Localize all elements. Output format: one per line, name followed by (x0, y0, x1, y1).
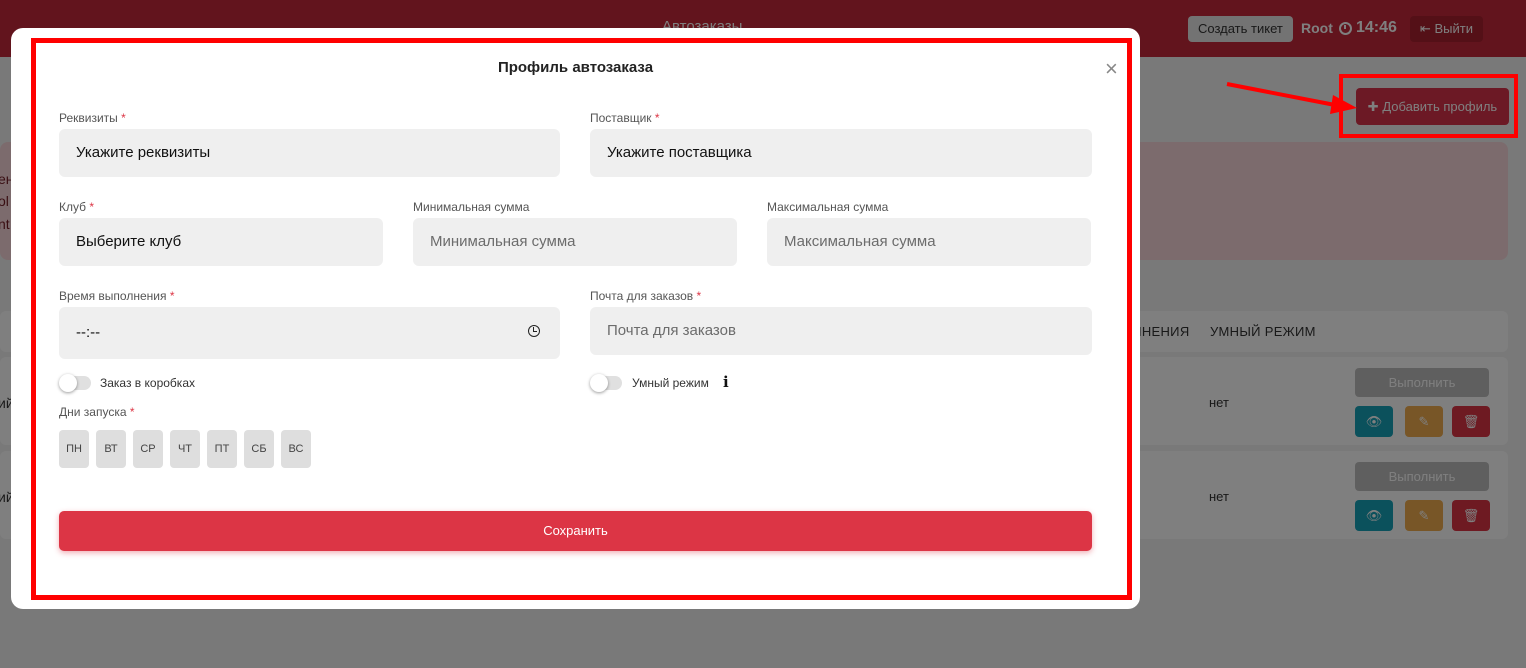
highlight-box-add-profile (1339, 74, 1518, 138)
highlight-box-modal (31, 38, 1132, 600)
arrow-annotation (1226, 82, 1357, 114)
